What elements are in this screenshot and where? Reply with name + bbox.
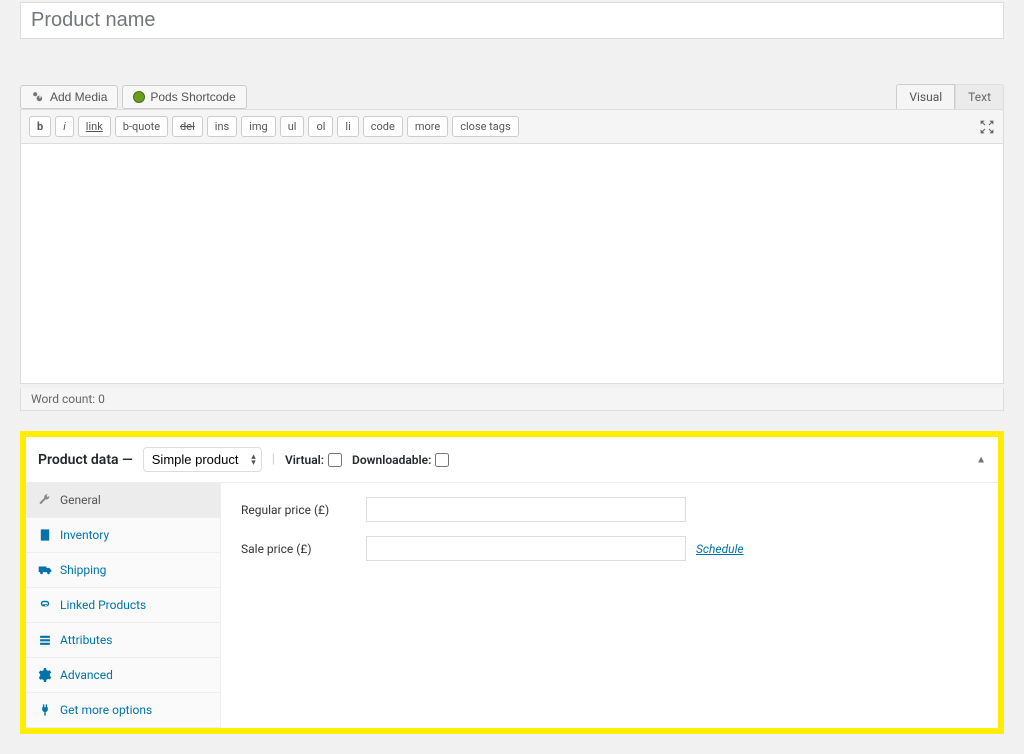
plug-icon [38,703,52,717]
sale-price-input[interactable] [366,536,686,561]
product-data-title: Product data — [38,452,133,468]
tool-code[interactable]: code [363,116,403,137]
downloadable-checkbox[interactable] [435,453,449,467]
downloadable-checkbox-label[interactable]: Downloadable: [352,453,449,467]
sidebar-label: Inventory [60,528,109,542]
sidebar-tab-shipping[interactable]: Shipping [26,553,220,588]
regular-price-label: Regular price (£) [241,503,366,517]
product-title-input[interactable] [20,2,1004,39]
tool-li[interactable]: li [337,116,358,137]
clipboard-icon [38,528,52,542]
sidebar-tab-advanced[interactable]: Advanced [26,658,220,693]
sidebar-tab-inventory[interactable]: Inventory [26,518,220,553]
gear-icon [38,668,52,682]
pods-shortcode-label: Pods Shortcode [150,90,235,104]
product-type-select[interactable]: Simple product [143,447,262,472]
sidebar-tab-more[interactable]: Get more options [26,693,220,728]
sidebar-label: Advanced [60,668,113,682]
tool-ins[interactable]: ins [207,116,237,137]
tab-visual[interactable]: Visual [896,84,955,109]
word-count: Word count: 0 [31,392,105,406]
tool-del[interactable]: del [172,116,203,137]
tool-italic[interactable]: i [55,116,74,137]
media-icon [31,90,45,104]
sidebar-label: General [60,493,101,507]
add-media-button[interactable]: Add Media [20,85,118,109]
sidebar-label: Attributes [60,633,112,647]
sidebar-label: Linked Products [60,598,146,612]
sidebar-tab-linked[interactable]: Linked Products [26,588,220,623]
sale-price-label: Sale price (£) [241,542,366,556]
tool-bold[interactable]: b [29,116,51,137]
tool-close-tags[interactable]: close tags [452,116,518,137]
content-editor[interactable] [20,144,1004,384]
schedule-link[interactable]: Schedule [696,542,744,556]
list-icon [38,633,52,647]
tool-link[interactable]: link [78,116,111,137]
tool-bquote[interactable]: b-quote [115,116,168,137]
sidebar-tab-attributes[interactable]: Attributes [26,623,220,658]
virtual-checkbox[interactable] [328,453,342,467]
product-data-panel: Product data — Simple product ▴▾ | Virtu… [20,431,1004,734]
tool-more[interactable]: more [407,116,448,137]
regular-price-input[interactable] [366,497,686,522]
panel-collapse-toggle[interactable]: ▲ [976,454,986,465]
sidebar-tab-general[interactable]: General [26,483,220,518]
editor-toolbar: b i link b-quote del ins img ul ol li co… [20,109,1004,144]
virtual-checkbox-label[interactable]: Virtual: [285,453,342,467]
tool-ol[interactable]: ol [308,116,333,137]
fullscreen-icon[interactable] [979,119,995,135]
editor-status-bar: Word count: 0 [20,388,1004,411]
truck-icon [38,563,52,577]
link-icon [38,598,52,612]
pods-icon [133,91,145,103]
sidebar-label: Shipping [60,563,106,577]
pods-shortcode-button[interactable]: Pods Shortcode [122,85,246,109]
add-media-label: Add Media [50,90,107,104]
tab-text[interactable]: Text [955,84,1004,109]
sidebar-label: Get more options [60,703,152,717]
tool-ul[interactable]: ul [280,116,305,137]
wrench-icon [38,493,52,507]
tool-img[interactable]: img [241,116,276,137]
